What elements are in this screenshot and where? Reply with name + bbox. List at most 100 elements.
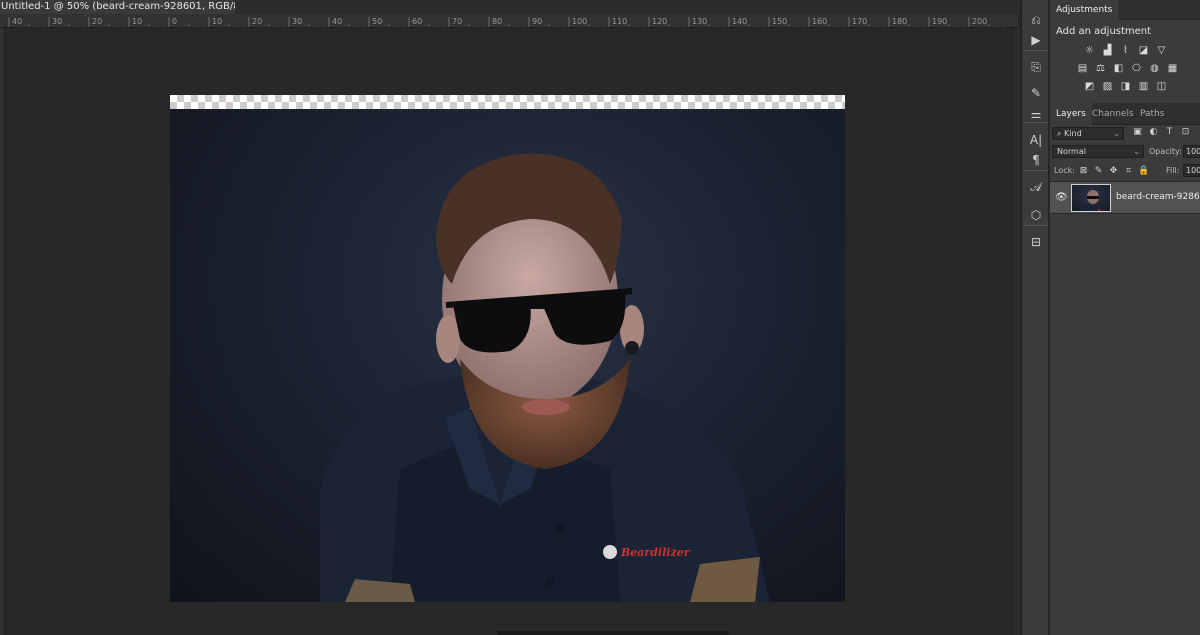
clone-source-icon[interactable]: ⎘ xyxy=(1026,57,1046,77)
toolbar-divider xyxy=(1025,122,1047,123)
ruler-tick-label: 20 xyxy=(92,17,102,26)
invert-icon[interactable]: ◩ xyxy=(1083,81,1096,93)
vertical-scrollbar[interactable] xyxy=(1012,28,1021,635)
ruler-tick-label: 200 xyxy=(972,17,987,26)
character-icon[interactable]: A| xyxy=(1026,130,1046,150)
ruler-tick-label: 110 xyxy=(612,17,627,26)
chevron-down-icon: ⌄ xyxy=(1113,129,1120,138)
ruler-tick-label: 170 xyxy=(852,17,867,26)
lock-label: Lock: xyxy=(1054,166,1075,175)
brush-preset-icon[interactable]: ✎ xyxy=(1026,83,1046,103)
opacity-field[interactable]: 100 xyxy=(1183,145,1200,158)
selective-color-icon[interactable]: ◫ xyxy=(1155,81,1168,93)
lock-all-icon[interactable]: 🔒 xyxy=(1138,166,1149,177)
lock-position-icon[interactable]: ✥ xyxy=(1108,166,1119,177)
3d-icon[interactable]: ⬡ xyxy=(1026,205,1046,225)
layer-item[interactable]: 👁 beard-cream-928601 xyxy=(1050,181,1200,214)
ruler-tick-label: 180 xyxy=(892,17,907,26)
tab-channels[interactable]: Channels xyxy=(1086,103,1140,125)
sunglasses-left-lens xyxy=(453,301,531,353)
filter-adjustment-icon[interactable]: ◐ xyxy=(1148,127,1159,138)
ruler-tick-label: 70 xyxy=(452,17,462,26)
exposure-icon[interactable]: ◪ xyxy=(1137,45,1150,57)
ruler-tick-label: 10 xyxy=(132,17,142,26)
brightness-contrast-icon[interactable]: ☼ xyxy=(1083,45,1096,57)
layer-name[interactable]: beard-cream-928601 xyxy=(1116,192,1200,202)
document-tab[interactable]: Untitled-1 @ 50% (beard-cream-928601, RG… xyxy=(0,0,274,14)
ruler-tick-label: 90 xyxy=(532,17,542,26)
panel-icon-column: ⎌ ▶ ⎘ ✎ ⚌ A| ¶ 𝒜 ⬡ ⊟ xyxy=(1021,0,1049,635)
ruler-tick-label: 0 xyxy=(172,17,177,26)
logo-badge-icon xyxy=(603,545,617,559)
shirt-button xyxy=(556,525,564,533)
adjustments-heading: Add an adjustment xyxy=(1056,26,1152,37)
ruler-ticks: 40 30 20 10 0 10 20 30 40 50 60 70 80 90 100 110 120 130 1… xyxy=(8,17,1005,27)
shirt-button xyxy=(546,578,554,586)
ruler-tick-label: 40 xyxy=(12,17,22,26)
fill-field[interactable]: 100 xyxy=(1183,164,1200,177)
lock-image-icon[interactable]: ✎ xyxy=(1093,166,1104,177)
gradient-map-icon[interactable]: ▥ xyxy=(1137,81,1150,93)
lock-artboard-icon[interactable]: ⌗ xyxy=(1123,166,1134,177)
adjustment-row: ☼ ▟ ⌇ ◪ ▽ xyxy=(1083,45,1168,57)
ruler-tick-label: 160 xyxy=(812,17,827,26)
vibrance-icon[interactable]: ▽ xyxy=(1155,45,1168,57)
chevron-down-icon: ⌄ xyxy=(1133,147,1140,156)
play-icon[interactable]: ▶ xyxy=(1026,30,1046,50)
properties-icon[interactable]: ⊟ xyxy=(1026,232,1046,252)
layer-thumbnail xyxy=(1071,184,1111,212)
shirt-logo-text: Beardilizer xyxy=(620,546,691,559)
color-balance-icon[interactable]: ⚖ xyxy=(1094,63,1107,75)
left-ear xyxy=(436,315,460,363)
adjustment-row: ▤ ⚖ ◧ ⎔ ◍ ▦ xyxy=(1076,63,1179,75)
filter-pixel-icon[interactable]: ▣ xyxy=(1132,127,1143,138)
tab-paths[interactable]: Paths xyxy=(1134,103,1170,125)
ruler-tick-label: 190 xyxy=(932,17,947,26)
ruler-tick-label: 40 xyxy=(332,17,342,26)
horizontal-ruler[interactable]: 40 30 20 10 0 10 20 30 40 50 60 70 80 90 100 110 120 130 1… xyxy=(0,14,1018,28)
sunglasses-bridge xyxy=(525,301,545,309)
lock-transparent-icon[interactable]: ⊠ xyxy=(1078,166,1089,177)
hue-saturation-icon[interactable]: ▤ xyxy=(1076,63,1089,75)
tab-adjustments[interactable]: Adjustments xyxy=(1050,0,1119,20)
mouth xyxy=(522,399,570,415)
black-white-icon[interactable]: ◧ xyxy=(1112,63,1125,75)
opacity-label: Opacity: xyxy=(1149,147,1182,156)
posterize-icon[interactable]: ▨ xyxy=(1101,81,1114,93)
glyphs-icon[interactable]: 𝒜 xyxy=(1026,177,1046,197)
adjustment-row: ◩ ▨ ◨ ▥ ◫ xyxy=(1083,81,1168,93)
ruler-tick-label: 60 xyxy=(412,17,422,26)
portrait-illustration: Beardilizer xyxy=(320,153,770,602)
layer-filter-kind[interactable]: ⌕ Kind ⌄ xyxy=(1052,127,1124,140)
ruler-tick-label: 30 xyxy=(292,17,302,26)
ruler-tick-label: 30 xyxy=(52,17,62,26)
levels-icon[interactable]: ▟ xyxy=(1101,45,1114,57)
filter-kind-value: Kind xyxy=(1064,129,1082,138)
paragraph-icon[interactable]: ¶ xyxy=(1026,150,1046,170)
document-canvas[interactable]: Beardilizer xyxy=(170,95,845,602)
photo-layer[interactable]: Beardilizer xyxy=(170,109,845,602)
photo-filter-icon[interactable]: ⎔ xyxy=(1130,63,1143,75)
right-panels: Adjustments Add an adjustment ☼ ▟ ⌇ ◪ ▽ ▤ ⚖ ◧ ⎔ ◍… xyxy=(1050,0,1200,635)
ruler-tick-label: 50 xyxy=(372,17,382,26)
visibility-eye-icon[interactable]: 👁 xyxy=(1055,192,1068,204)
horizontal-scrollbar[interactable] xyxy=(497,631,729,635)
channel-mixer-icon[interactable]: ◍ xyxy=(1148,63,1161,75)
toolbar-divider xyxy=(1025,170,1047,171)
filter-shape-icon[interactable]: ⊡ xyxy=(1180,127,1191,138)
opacity-value: 100 xyxy=(1186,147,1200,156)
transparent-area xyxy=(170,95,845,109)
filter-type-icon[interactable]: T xyxy=(1164,127,1175,138)
ruler-tick-label: 140 xyxy=(732,17,747,26)
adjustments-sliders-icon[interactable]: ⚌ xyxy=(1026,104,1046,124)
curves-icon[interactable]: ⌇ xyxy=(1119,45,1132,57)
document-tab-title: Untitled-1 @ 50% (beard-cream-928601, RG… xyxy=(1,1,261,12)
thumbnail-image xyxy=(1081,190,1105,211)
ruler-tick-label: 100 xyxy=(572,17,587,26)
search-icon: ⌕ xyxy=(1057,129,1062,138)
history-icon[interactable]: ⎌ xyxy=(1026,10,1046,30)
threshold-icon[interactable]: ◨ xyxy=(1119,81,1132,93)
color-lookup-icon[interactable]: ▦ xyxy=(1166,63,1179,75)
tab-strip xyxy=(235,0,1020,14)
blend-mode-select[interactable]: Normal ⌄ xyxy=(1052,145,1144,158)
